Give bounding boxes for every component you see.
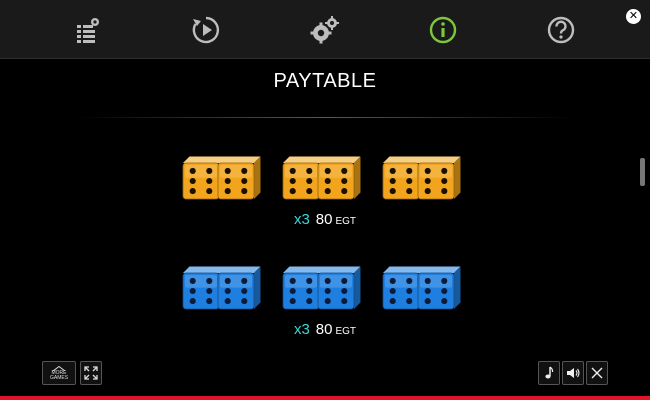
payout-unit: EGT: [335, 326, 357, 337]
speaker-icon: [567, 368, 580, 378]
blue-dice-symbol: [380, 265, 461, 315]
fullscreen-icon: [84, 366, 98, 380]
close-icon: [591, 367, 603, 379]
gold-dice-symbol: [180, 155, 261, 205]
music-button[interactable]: [538, 361, 560, 385]
payout-unit: EGT: [335, 216, 357, 227]
blue-dice-symbol: [180, 265, 261, 315]
music-note-icon: [545, 366, 554, 379]
payout-amount: 80: [315, 321, 333, 338]
multiplier: x3: [293, 321, 310, 338]
blue-dice-symbol: [280, 265, 361, 315]
scrollbar-thumb[interactable]: [640, 158, 645, 186]
settings-tab[interactable]: [304, 10, 344, 50]
autoplay-tab[interactable]: [186, 10, 226, 50]
close-icon[interactable]: ✕: [626, 9, 641, 24]
help-tab[interactable]: [541, 10, 581, 50]
bottom-accent-bar: [0, 396, 650, 400]
gold-dice-symbol: [280, 155, 361, 205]
page-title: PAYTABLE: [273, 70, 377, 92]
question-icon: [547, 16, 575, 44]
top-menu-bar: ✕: [0, 0, 650, 59]
payout-amount: 80: [315, 211, 333, 228]
multiplier: x3: [293, 211, 310, 228]
exit-button[interactable]: [586, 361, 608, 385]
info-tab[interactable]: [423, 10, 463, 50]
replay-icon: [192, 16, 220, 44]
sound-button[interactable]: [562, 361, 584, 385]
more-games-label: MORE GAMES: [49, 369, 69, 381]
payline-gold: x3 80 EGT: [0, 211, 650, 228]
paytable-tab[interactable]: [68, 10, 108, 50]
gears-icon: [310, 16, 339, 44]
payline-blue: x3 80 EGT: [0, 321, 650, 338]
fullscreen-button[interactable]: [80, 361, 102, 385]
gold-dice-symbol: [380, 155, 461, 205]
more-games-button[interactable]: MORE GAMES: [42, 361, 76, 385]
info-icon: [429, 16, 457, 44]
title-divider: [75, 117, 575, 118]
list-gear-icon: [77, 18, 99, 43]
